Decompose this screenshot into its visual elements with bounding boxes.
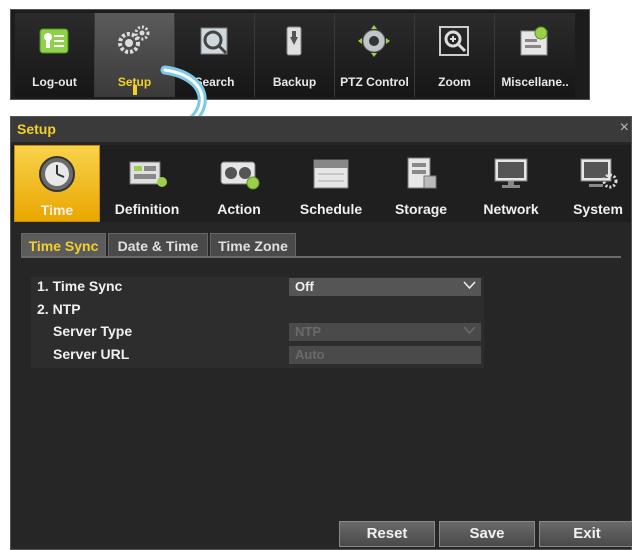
definition-icon xyxy=(129,161,167,187)
time-sync-form: 1. Time Sync Off 2. NTP Server Type NTP … xyxy=(31,277,484,368)
toolbar-ptz-button[interactable]: PTZ Control xyxy=(335,13,415,97)
category-storage[interactable]: Storage xyxy=(378,145,464,222)
reset-button[interactable]: Reset xyxy=(339,521,435,547)
tab-divider xyxy=(21,256,621,258)
search-icon xyxy=(200,27,228,55)
tab-time-zone[interactable]: Time Zone xyxy=(210,233,296,257)
storage-icon xyxy=(407,157,437,189)
toolbar-logout-label: Log-out xyxy=(32,75,77,89)
logout-icon xyxy=(39,28,69,54)
toolbar-logout-button[interactable]: Log-out xyxy=(15,13,95,97)
category-network-label: Network xyxy=(483,201,539,217)
exit-button[interactable]: Exit xyxy=(539,521,632,547)
time-sync-label: 1. Time Sync xyxy=(37,278,123,294)
zoom-icon xyxy=(439,26,469,56)
category-definition[interactable]: Definition xyxy=(102,145,192,222)
server-type-value: NTP xyxy=(295,324,321,339)
system-icon xyxy=(580,158,618,189)
toolbar-zoom-label: Zoom xyxy=(438,75,471,89)
category-time-label: Time xyxy=(40,202,74,218)
misc-icon xyxy=(520,26,548,56)
toolbar-backup-label: Backup xyxy=(272,75,317,89)
category-action-label: Action xyxy=(217,201,261,217)
category-bar: Time Definition Action Schedule Storage … xyxy=(11,145,631,222)
toolbar-ptz-label: PTZ Control xyxy=(340,75,409,89)
server-type-select[interactable]: NTP xyxy=(289,323,481,341)
chevron-down-icon xyxy=(463,281,476,290)
network-monitor-icon xyxy=(494,158,528,188)
time-sync-value: Off xyxy=(295,279,314,294)
title-bar: Setup × xyxy=(11,117,631,142)
category-schedule[interactable]: Schedule xyxy=(286,145,376,222)
action-icon xyxy=(220,161,260,190)
category-action[interactable]: Action xyxy=(194,145,284,222)
server-type-label: Server Type xyxy=(53,323,133,339)
window-title: Setup xyxy=(17,121,56,137)
time-sync-select[interactable]: Off xyxy=(289,278,481,296)
category-schedule-label: Schedule xyxy=(299,201,363,217)
category-definition-label: Definition xyxy=(114,201,180,217)
toolbar-misc-button[interactable]: Miscellane.. xyxy=(495,13,575,97)
tab-date-time[interactable]: Date & Time xyxy=(108,233,208,257)
setup-window: Setup × Time Definition Action Schedule … xyxy=(10,116,632,550)
tab-time-sync[interactable]: Time Sync xyxy=(21,233,106,257)
backup-icon xyxy=(286,26,302,56)
server-url-field[interactable]: Auto xyxy=(289,346,481,364)
ptz-camera-icon xyxy=(358,25,390,57)
save-button[interactable]: Save xyxy=(439,521,535,547)
ntp-label: 2. NTP xyxy=(37,301,81,317)
close-icon[interactable]: × xyxy=(620,119,629,137)
main-toolbar: Log-out Setup Search Backup PTZ Control … xyxy=(10,9,590,100)
server-url-label: Server URL xyxy=(53,346,130,362)
category-time[interactable]: Time xyxy=(14,145,100,222)
category-system[interactable]: System xyxy=(558,145,632,222)
toolbar-zoom-button[interactable]: Zoom xyxy=(415,13,495,97)
toolbar-misc-label: Miscellane.. xyxy=(501,75,569,89)
schedule-icon xyxy=(313,159,349,189)
category-system-label: System xyxy=(573,201,623,217)
clock-icon xyxy=(39,156,75,192)
gears-icon xyxy=(118,25,150,54)
toolbar-backup-button[interactable]: Backup xyxy=(255,13,335,97)
category-network[interactable]: Network xyxy=(466,145,556,222)
chevron-down-icon xyxy=(463,326,476,335)
category-storage-label: Storage xyxy=(394,201,448,217)
